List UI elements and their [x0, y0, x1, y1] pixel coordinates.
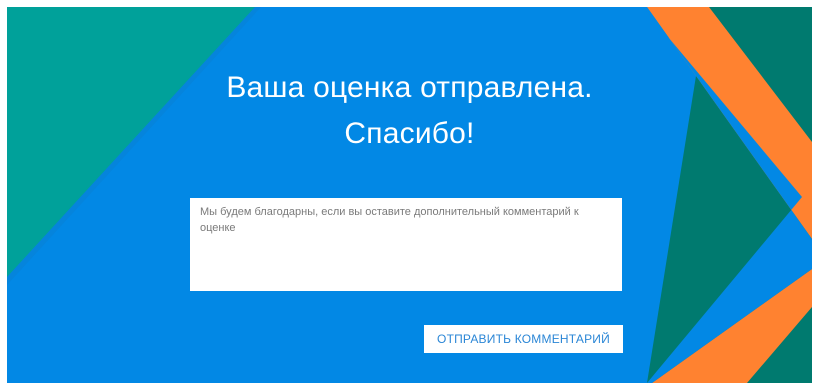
- confirmation-title: Ваша оценка отправлена. Спасибо!: [7, 65, 812, 157]
- comment-textarea[interactable]: [190, 198, 622, 291]
- rating-confirmation-panel: Ваша оценка отправлена. Спасибо! ОТПРАВИ…: [7, 7, 812, 383]
- send-comment-button[interactable]: ОТПРАВИТЬ КОММЕНТАРИЙ: [424, 325, 623, 353]
- confirmation-title-line1: Ваша оценка отправлена.: [226, 71, 593, 104]
- confirmation-title-line2: Спасибо!: [344, 117, 475, 150]
- decorative-background: [7, 7, 812, 383]
